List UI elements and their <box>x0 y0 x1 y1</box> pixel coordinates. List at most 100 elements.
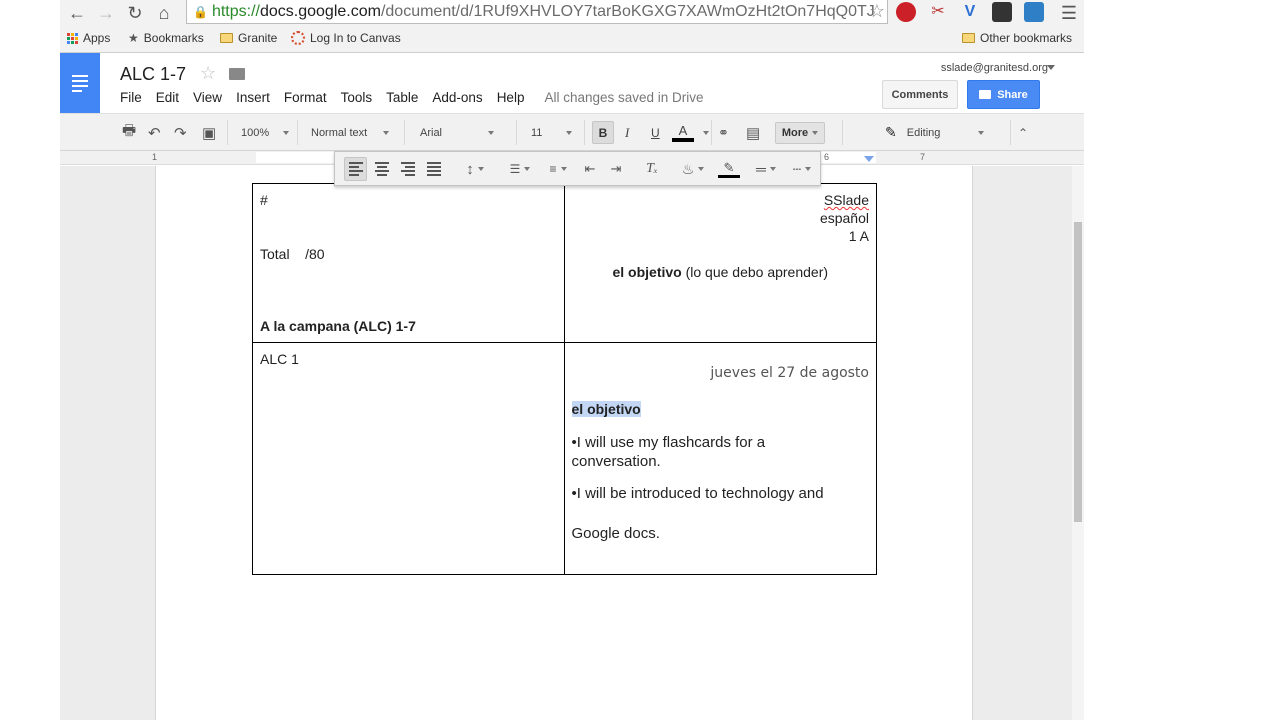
lock-icon: 🔒 <box>193 4 208 19</box>
menu-tools[interactable]: Tools <box>341 90 373 105</box>
forward-arrow-icon[interactable]: → <box>95 2 117 24</box>
alc-label: ALC 1 <box>260 351 299 367</box>
bullet-2-continued: Google docs. <box>571 525 660 542</box>
align-left-icon[interactable] <box>344 157 367 181</box>
line-spacing-icon[interactable]: ↕ <box>457 157 493 181</box>
share-label: Share <box>997 88 1028 101</box>
zoom-select[interactable]: 100% <box>241 114 290 151</box>
decrease-indent-icon[interactable]: ⇤ <box>579 157 601 181</box>
pencil-icon: ✎ <box>885 124 897 140</box>
move-folder-icon[interactable] <box>229 68 245 80</box>
menu-file[interactable]: File <box>120 90 142 105</box>
address-bar[interactable]: 🔒 https:// docs.google.com /document/d/1… <box>186 0 888 24</box>
right-indent-marker[interactable] <box>864 156 874 162</box>
menu-edit[interactable]: Edit <box>156 90 179 105</box>
menu-help[interactable]: Help <box>497 90 525 105</box>
scrollbar-thumb[interactable] <box>1074 222 1082 522</box>
total-text: Total /80 <box>260 246 325 262</box>
collapse-toolbar-icon[interactable]: ⌃ <box>1018 114 1028 151</box>
format-toolbar: 🖶 ↶ ↷ ▣ 100% Normal text Arial 11 B I U … <box>60 113 1084 151</box>
highlight-color-icon[interactable]: ♨ <box>675 157 711 181</box>
style-select[interactable]: Normal text <box>311 114 390 151</box>
bookmark-bookmarks[interactable]: ★ Bookmarks <box>128 31 204 45</box>
share-button[interactable]: Share <box>967 80 1040 109</box>
reload-icon[interactable]: ↻ <box>124 2 146 24</box>
menu-format[interactable]: Format <box>284 90 327 105</box>
zoom-value: 100% <box>241 126 270 139</box>
comment-icon[interactable]: ▤ <box>746 114 760 151</box>
align-center-icon[interactable] <box>371 157 393 181</box>
text-color-swatch <box>672 137 694 142</box>
increase-indent-icon[interactable]: ⇥ <box>605 157 627 181</box>
v-extension-icon[interactable]: V <box>960 2 980 22</box>
bulleted-list-icon[interactable]: ≡ <box>541 157 575 181</box>
chrome-menu-icon[interactable]: ☰ <box>1058 2 1080 24</box>
star-icon: ★ <box>128 31 139 45</box>
table-cell[interactable]: # Total /80 A la campana (ALC) 1-7 <box>252 183 565 343</box>
objective-heading: el objetivo <box>571 401 641 417</box>
bookmark-apps[interactable]: Apps <box>67 31 110 45</box>
editing-mode-select[interactable]: ✎ Editing <box>885 114 985 151</box>
more-toolbar-popup: ↕ ☰ ≡ ⇤ ⇥ Tₓ ♨ ✎ ═ ┄ <box>334 151 821 186</box>
share-people-icon <box>979 90 992 99</box>
menu-view[interactable]: View <box>193 90 222 105</box>
print-icon[interactable]: 🖶 <box>122 114 136 151</box>
clear-formatting-icon[interactable]: Tₓ <box>641 157 663 181</box>
pinterest-icon[interactable] <box>896 2 916 22</box>
italic-button[interactable]: I <box>625 114 629 151</box>
bookmark-star-icon[interactable]: ☆ <box>869 1 885 22</box>
subject-text: español <box>819 210 869 226</box>
hash-text: # <box>260 192 268 208</box>
date-text: jueves el 27 de agosto <box>710 365 869 381</box>
account-caret-icon[interactable] <box>1047 65 1055 70</box>
menu-insert[interactable]: Insert <box>236 90 270 105</box>
font-size-select[interactable]: 11 <box>531 114 573 151</box>
font-size-value: 11 <box>531 126 543 139</box>
menu-bar: File Edit View Insert Format Tools Table… <box>120 90 718 105</box>
border-width-icon[interactable]: ═ <box>749 157 783 181</box>
scrollbar[interactable] <box>1072 166 1084 720</box>
align-right-icon[interactable] <box>397 157 419 181</box>
bookmark-other[interactable]: Other bookmarks <box>962 31 1072 45</box>
back-arrow-icon[interactable]: ← <box>66 2 88 24</box>
bold-button[interactable]: B <box>592 121 614 144</box>
text-color-caret[interactable] <box>697 114 709 151</box>
bookmark-granite[interactable]: Granite <box>220 31 277 45</box>
border-dash-icon[interactable]: ┄ <box>785 157 819 181</box>
star-icon[interactable]: ☆ <box>200 63 216 84</box>
paint-format-icon[interactable]: ▣ <box>202 114 216 151</box>
menu-addons[interactable]: Add-ons <box>432 90 482 105</box>
border-color-icon[interactable]: ✎ <box>711 157 747 181</box>
font-select[interactable]: Arial <box>420 114 495 151</box>
film-icon[interactable] <box>992 2 1012 22</box>
menu-table[interactable]: Table <box>386 90 418 105</box>
table-cell[interactable]: SSlade español 1 A el objetivo (lo que d… <box>563 183 877 343</box>
heading-text: A la campana (ALC) 1-7 <box>260 318 416 334</box>
more-button[interactable]: More <box>775 122 825 144</box>
docs-header: ALC 1-7 ☆ File Edit View Insert Format T… <box>60 53 1084 113</box>
bookmark-canvas[interactable]: Log In to Canvas <box>291 31 401 45</box>
bookmark-canvas-label: Log In to Canvas <box>310 31 401 45</box>
url-scheme: https:// <box>211 2 260 20</box>
link-icon[interactable]: ⚭ <box>718 114 729 151</box>
redo-icon[interactable]: ↷ <box>174 114 187 151</box>
justify-icon[interactable] <box>423 157 445 181</box>
table-cell[interactable]: ALC 1 <box>252 342 565 575</box>
document-title[interactable]: ALC 1-7 <box>120 64 186 85</box>
numbered-list-icon[interactable]: ☰ <box>503 157 537 181</box>
comments-button[interactable]: Comments <box>882 80 958 109</box>
bookmarks-bar: Apps ★ Bookmarks Granite Log In to Canva… <box>60 25 1084 53</box>
key-extension-icon[interactable] <box>1024 2 1044 22</box>
account-email[interactable]: sslade@granitesd.org <box>941 62 1048 74</box>
table-cell[interactable]: jueves el 27 de agosto el objetivo •I wi… <box>563 342 877 575</box>
objective-line: el objetivo (lo que debo aprender) <box>565 264 877 280</box>
underline-button[interactable]: U <box>651 114 660 151</box>
bookmark-granite-label: Granite <box>238 31 278 45</box>
home-icon[interactable]: ⌂ <box>153 2 175 24</box>
text-color-button[interactable]: A <box>672 114 694 151</box>
period-text: 1 A <box>848 228 869 244</box>
ruler-number: 1 <box>152 152 158 162</box>
scissors-icon[interactable]: ✂ <box>928 2 948 22</box>
docs-logo-icon[interactable] <box>60 53 100 113</box>
undo-icon[interactable]: ↶ <box>148 114 161 151</box>
